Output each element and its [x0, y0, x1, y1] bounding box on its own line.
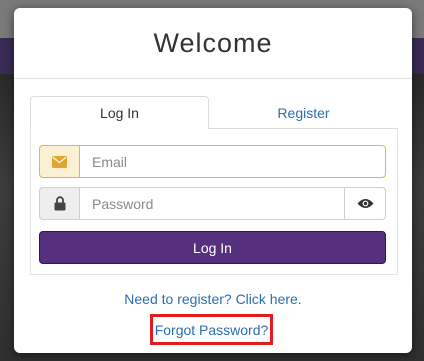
log-in-button[interactable]: Log In [39, 231, 386, 264]
password-input-group: Password [39, 187, 386, 220]
modal-title: Welcome [153, 27, 273, 58]
eye-icon[interactable] [345, 187, 386, 220]
password-input[interactable]: Password [79, 187, 345, 220]
lock-icon [39, 187, 79, 220]
email-input[interactable]: Email [79, 145, 386, 178]
tab-register[interactable]: Register [209, 96, 398, 129]
envelope-icon [39, 145, 79, 178]
forgot-password-link[interactable]: Forgot Password? [155, 322, 269, 338]
login-modal: Welcome Log In Register Email Password L… [14, 8, 412, 353]
email-input-group: Email [39, 145, 386, 178]
register-link[interactable]: Need to register? Click here. [14, 291, 412, 307]
tab-log-in[interactable]: Log In [30, 96, 209, 129]
forgot-password-highlight-box: Forgot Password? [150, 314, 273, 345]
auth-tabs: Log In Register [30, 96, 398, 129]
modal-header: Welcome [14, 8, 412, 79]
